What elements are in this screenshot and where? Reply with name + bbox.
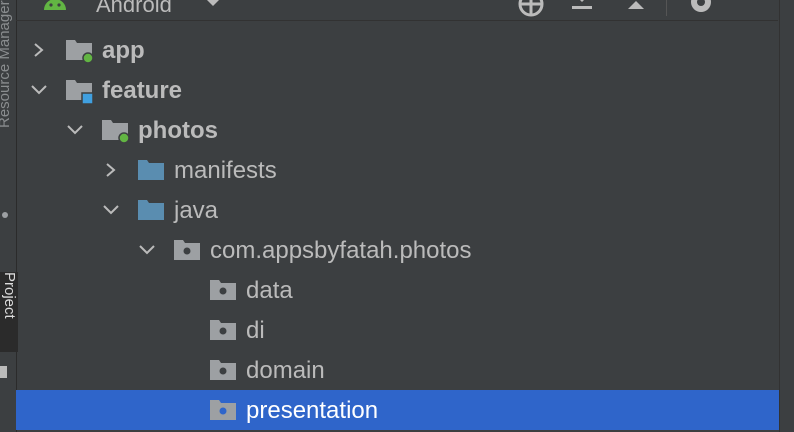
module-folder-icon (64, 38, 94, 69)
tree-node-package-root[interactable]: com.appsbyfatah.photos (16, 230, 779, 270)
package-folder-icon (208, 398, 238, 429)
tree-node-label: presentation (246, 397, 379, 424)
chevron-down-icon[interactable] (66, 122, 83, 138)
locate-icon[interactable] (516, 0, 546, 20)
module-folder-icon (100, 118, 130, 149)
package-folder-icon (208, 278, 238, 309)
view-selector[interactable]: Android (96, 0, 172, 18)
tree-node-di[interactable]: di (16, 310, 779, 350)
scrollbar-strip[interactable] (779, 0, 794, 432)
tree-node-label: photos (138, 117, 218, 144)
module-folder-icon (64, 78, 94, 111)
tree-node-label: data (246, 277, 293, 304)
tree-node-photos[interactable]: photos (16, 110, 779, 150)
package-folder-icon (208, 358, 238, 389)
minimize-icon[interactable] (741, 0, 771, 20)
chevron-right-icon[interactable] (32, 42, 46, 58)
tree-node-feature[interactable]: feature (16, 70, 779, 110)
collapse-all-icon[interactable] (568, 0, 596, 20)
resource-manager-tab[interactable]: Resource Manager (0, 0, 16, 200)
tree-node-label: domain (246, 357, 325, 384)
tree-node-app[interactable]: app (16, 30, 779, 70)
strip-marker (0, 366, 7, 378)
android-icon (42, 0, 68, 17)
tree-node-domain[interactable]: domain (16, 350, 779, 390)
tree-node-label: manifests (174, 157, 277, 184)
tree-node-label: com.appsbyfatah.photos (210, 237, 472, 264)
project-header: Android (16, 0, 778, 21)
strip-dot (2, 212, 8, 218)
chevron-down-icon[interactable] (202, 0, 224, 13)
source-folder-icon (136, 198, 166, 229)
tree-node-label: app (102, 37, 145, 64)
tree-node-label: di (246, 317, 265, 344)
tree-node-java[interactable]: java (16, 190, 779, 230)
tree-node-presentation[interactable]: presentation (16, 390, 779, 430)
package-folder-icon (172, 238, 202, 269)
tree-node-label: java (174, 197, 219, 224)
source-folder-icon (136, 158, 166, 189)
chevron-down-icon[interactable] (138, 242, 155, 258)
tool-window-strip: Resource Manager Project (0, 0, 18, 432)
project-tree: app feature photos manifests java com.ap… (16, 30, 779, 430)
tree-node-label: feature (102, 77, 183, 104)
tree-node-data[interactable]: data (16, 270, 779, 310)
package-folder-icon (208, 318, 238, 349)
gear-icon[interactable] (686, 0, 716, 20)
chevron-down-icon[interactable] (30, 82, 47, 98)
header-separator (666, 0, 667, 16)
chevron-down-icon[interactable] (102, 202, 119, 218)
expand-all-icon[interactable] (622, 0, 650, 20)
tree-node-manifests[interactable]: manifests (16, 150, 779, 190)
chevron-right-icon[interactable] (104, 162, 118, 178)
